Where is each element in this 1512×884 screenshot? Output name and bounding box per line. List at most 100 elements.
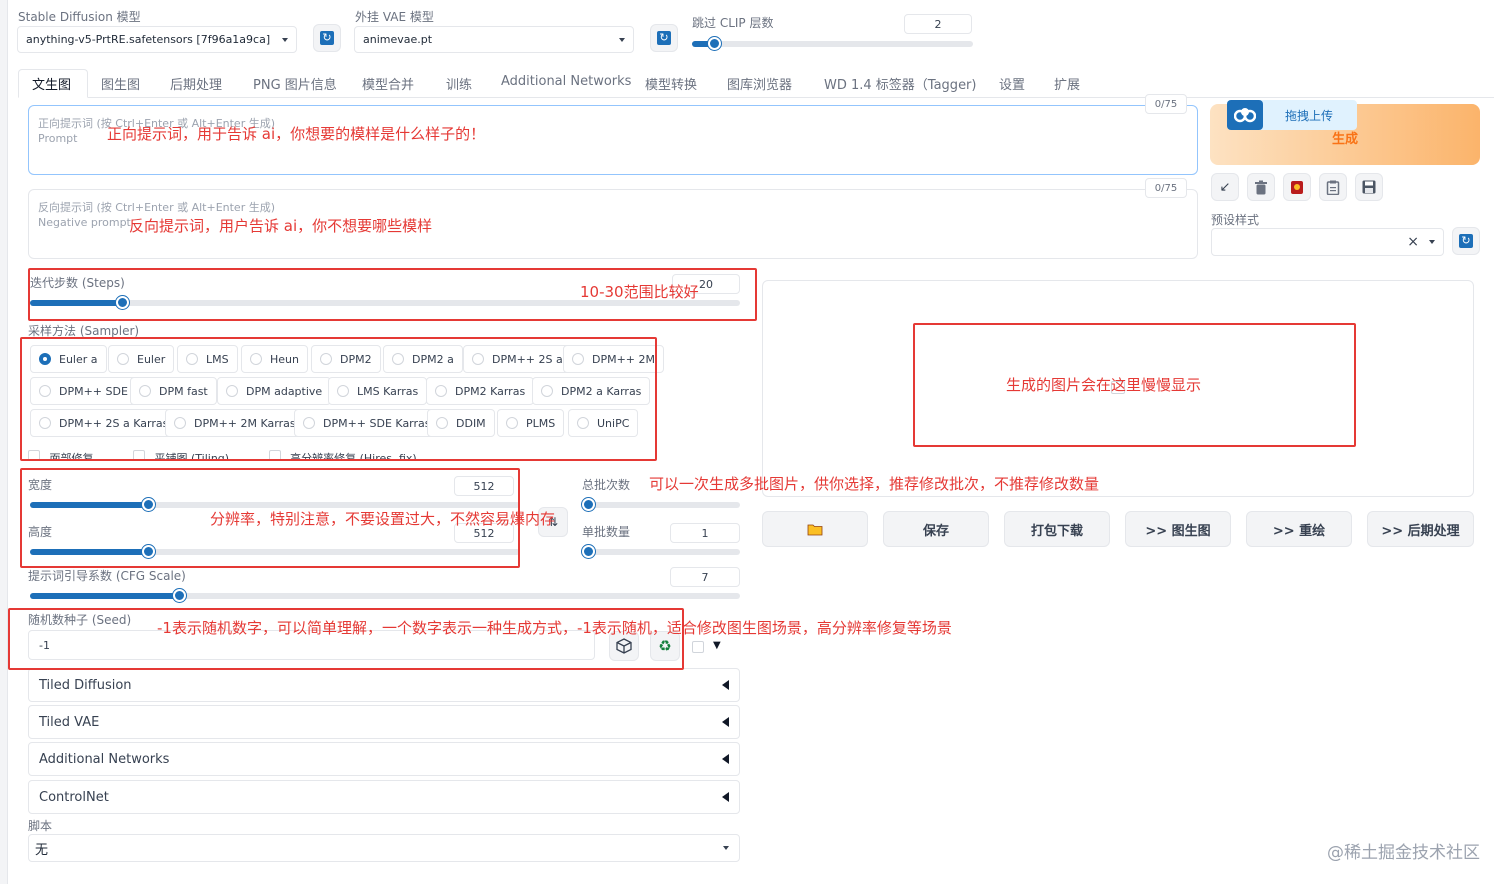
tab-bar-border	[18, 97, 1494, 98]
sampler-option[interactable]: DPM adaptive	[217, 377, 332, 405]
tab-model-convert[interactable]: 模型转换	[645, 74, 697, 93]
zip-download-button[interactable]: 打包下载	[1004, 511, 1110, 547]
sampler-option[interactable]: LMS Karras	[328, 377, 428, 405]
extra-networks-button[interactable]	[1283, 173, 1311, 201]
send-to-inpaint-button[interactable]: >> 重绘	[1246, 511, 1352, 547]
batch-count-slider[interactable]	[582, 498, 740, 511]
recycle-icon: ♻	[658, 637, 672, 655]
styles-label: 预设样式	[1211, 213, 1260, 227]
extra-seed-checkbox[interactable]	[692, 641, 704, 653]
slider-thumb[interactable]	[142, 498, 155, 511]
collapse-triangle-icon	[722, 754, 729, 764]
sampler-option[interactable]: DPM2 a	[383, 345, 463, 373]
accordion-tiled-diffusion[interactable]: Tiled Diffusion	[28, 668, 740, 702]
refresh-vae-button[interactable]: ↻	[650, 24, 678, 52]
accordion-tiled-vae[interactable]: Tiled VAE	[28, 705, 740, 739]
sampler-option[interactable]: PLMS	[497, 409, 565, 437]
sampler-option[interactable]: DPM2 Karras	[426, 377, 535, 405]
sampler-option[interactable]: Heun	[241, 345, 308, 373]
styles-select[interactable]: ×	[1211, 228, 1444, 256]
script-label: 脚本	[28, 819, 53, 833]
sampler-option[interactable]: DDIM	[427, 409, 495, 437]
radio-dot	[337, 385, 349, 397]
clip-skip-label: 跳过 CLIP 层数	[692, 16, 774, 30]
negative-token-counter: 0/75	[1145, 178, 1187, 198]
clip-skip-slider[interactable]	[692, 37, 973, 50]
tab-gallery-browser[interactable]: 图库浏览器	[727, 74, 792, 93]
tab-txt2img[interactable]: 文生图	[32, 74, 71, 93]
sd-model-label: Stable Diffusion 模型	[18, 10, 141, 24]
tab-model-merge[interactable]: 模型合并	[362, 74, 414, 93]
radio-dot	[436, 417, 448, 429]
sampler-option[interactable]: DPM++ SDE Karras	[294, 409, 440, 437]
slider-thumb[interactable]	[582, 498, 595, 511]
refresh-icon: ↻	[320, 31, 334, 45]
width-input[interactable]: 512	[454, 476, 514, 496]
read-params-button[interactable]: ↙	[1211, 173, 1239, 201]
sampler-option[interactable]: DPM++ 2S a	[463, 345, 572, 373]
apply-style-button[interactable]	[1319, 173, 1347, 201]
tab-img2img[interactable]: 图生图	[101, 74, 140, 93]
tab-png-info[interactable]: PNG 图片信息	[253, 74, 337, 93]
sampler-option[interactable]: DPM2 a Karras	[532, 377, 651, 405]
slider-thumb[interactable]	[708, 37, 721, 50]
chevron-down-icon	[723, 846, 729, 850]
tab-tagger[interactable]: WD 1.4 标签器（Tagger)	[824, 74, 976, 93]
save-style-button[interactable]	[1355, 173, 1383, 201]
accordion-controlnet[interactable]: ControlNet	[28, 780, 740, 814]
accordion-additional-networks[interactable]: Additional Networks	[28, 742, 740, 776]
clear-icon[interactable]: ×	[1407, 234, 1419, 250]
save-button[interactable]: 保存	[883, 511, 989, 547]
slider-thumb[interactable]	[116, 296, 129, 309]
radio-dot	[250, 353, 262, 365]
clear-prompt-button[interactable]	[1247, 173, 1275, 201]
tab-train[interactable]: 训练	[446, 74, 472, 93]
sampler-option[interactable]: DPM++ 2M Karras	[165, 409, 305, 437]
sampler-option[interactable]: DPM++ 2M	[563, 345, 665, 373]
height-slider[interactable]	[30, 545, 520, 558]
sampler-option[interactable]: DPM++ 2S a Karras	[30, 409, 178, 437]
arrow-icon: ↙	[1219, 179, 1231, 195]
tiling-checkbox[interactable]	[133, 450, 145, 460]
sampler-option[interactable]: DPM2	[311, 345, 381, 373]
cfg-input[interactable]: 7	[670, 567, 740, 587]
slider-thumb[interactable]	[582, 545, 595, 558]
extra-seed-toggle-icon[interactable]: ▼	[713, 640, 721, 651]
slider-thumb[interactable]	[173, 589, 186, 602]
hires-fix-checkbox[interactable]	[268, 450, 281, 460]
cfg-slider[interactable]	[30, 589, 740, 602]
radio-dot	[435, 385, 447, 397]
tab-extras[interactable]: 后期处理	[170, 74, 222, 93]
refresh-sd-model-button[interactable]: ↻	[313, 24, 341, 52]
refresh-styles-button[interactable]: ↻	[1452, 227, 1480, 255]
upload-label: 拖拽上传	[1285, 108, 1334, 123]
script-select[interactable]: 无	[28, 834, 740, 862]
batch-size-slider[interactable]	[582, 545, 740, 558]
tab-extensions[interactable]: 扩展	[1054, 74, 1080, 93]
restore-faces-checkbox[interactable]	[28, 450, 40, 460]
seed-annotation: -1表示随机数字，可以简单理解，一个数字表示一种生成方式，-1表示随机，适合修改…	[157, 619, 952, 637]
send-to-extras-button[interactable]: >> 后期处理	[1367, 511, 1474, 547]
dice-icon	[616, 638, 632, 654]
sd-model-select[interactable]: anything-v5-PrtRE.safetensors [7f96a1a9c…	[17, 26, 297, 53]
tab-additional-networks[interactable]: Additional Networks	[501, 74, 631, 89]
folder-icon	[807, 524, 823, 535]
collapse-triangle-icon	[722, 792, 729, 802]
radio-dot	[139, 385, 151, 397]
slider-thumb[interactable]	[142, 545, 155, 558]
upload-widget[interactable]: 拖拽上传	[1227, 100, 1357, 130]
send-to-img2img-button[interactable]: >> 图生图	[1125, 511, 1231, 547]
open-folder-button[interactable]	[762, 511, 868, 547]
sampler-option[interactable]: Euler a	[30, 345, 107, 373]
batch-size-input[interactable]: 1	[670, 523, 740, 543]
sampler-option[interactable]: LMS	[177, 345, 238, 373]
radio-dot	[472, 353, 484, 365]
vae-select[interactable]: animevae.pt	[354, 26, 634, 53]
radio-dot	[506, 417, 518, 429]
sampler-option[interactable]: DPM fast	[130, 377, 217, 405]
sampler-option[interactable]: DPM++ SDE	[30, 377, 137, 405]
tab-settings[interactable]: 设置	[999, 74, 1025, 93]
clip-skip-input[interactable]: 2	[904, 14, 972, 34]
sampler-option[interactable]: Euler	[108, 345, 175, 373]
sampler-option[interactable]: UniPC	[568, 409, 639, 437]
